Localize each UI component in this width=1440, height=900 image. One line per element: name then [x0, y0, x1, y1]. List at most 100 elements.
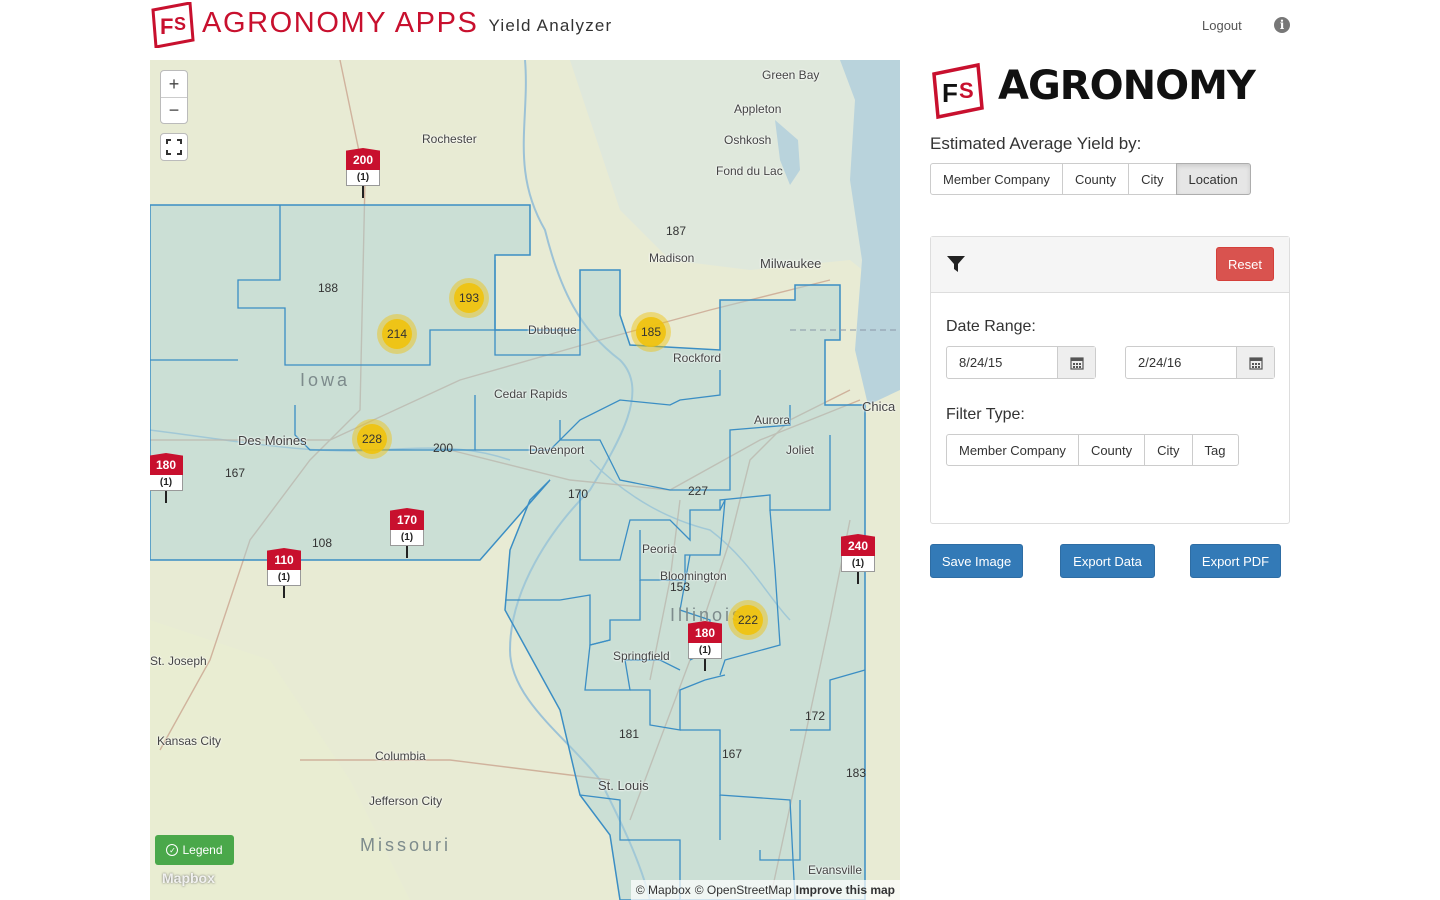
place-label: St. Louis [598, 778, 649, 793]
flag-count: (1) [346, 170, 380, 186]
cluster-value: 188 [317, 281, 339, 295]
fs-logo-icon: F S [151, 2, 195, 48]
filter-type-toggle: Member Company County City Tag [946, 434, 1239, 466]
yield-cluster[interactable]: 153 [660, 567, 700, 607]
cluster-value: 108 [311, 536, 333, 550]
place-label: Chica [862, 399, 896, 414]
yield-cluster[interactable]: 187 [656, 211, 696, 251]
filter-card: Reset Date Range: 8/24/15 2/24/16 Filter… [930, 236, 1290, 524]
yield-flag-marker[interactable]: 180 (1) [150, 453, 183, 503]
place-label: Peoria [642, 542, 677, 556]
yield-cluster[interactable]: 214 [377, 314, 417, 354]
map-attribution: © Mapbox © OpenStreetMap Improve this ma… [630, 880, 900, 900]
yield-cluster[interactable]: 172 [795, 696, 835, 736]
reset-button[interactable]: Reset [1216, 247, 1274, 281]
yield-flag-marker[interactable]: 200 (1) [346, 148, 380, 198]
place-label: Cedar Rapids [494, 387, 568, 401]
svg-text:F: F [160, 14, 173, 39]
yield-by-city[interactable]: City [1128, 163, 1177, 195]
export-pdf-button[interactable]: Export PDF [1190, 544, 1281, 578]
place-label: Appleton [734, 102, 782, 116]
place-label: Jefferson City [369, 794, 443, 808]
flag-count: (1) [150, 475, 183, 491]
state-label-iowa: Iowa [300, 370, 351, 390]
yield-cluster[interactable]: 183 [836, 753, 876, 793]
yield-cluster[interactable]: 227 [678, 471, 718, 511]
yield-cluster[interactable]: 108 [302, 523, 342, 563]
place-label: Joliet [786, 443, 815, 457]
filter-header: Reset [931, 237, 1289, 293]
legend-button[interactable]: ✓ Legend [155, 835, 234, 865]
zoom-out-button[interactable]: − [161, 97, 187, 123]
filter-type-label: Filter Type: [946, 406, 1025, 423]
place-label: Springfield [613, 649, 670, 663]
yield-cluster[interactable]: 170 [558, 474, 598, 514]
place-label: Rochester [422, 132, 477, 146]
yield-by-county[interactable]: County [1061, 163, 1130, 195]
state-label-missouri: Missouri [360, 835, 452, 855]
save-image-button[interactable]: Save Image [930, 544, 1023, 578]
yield-map[interactable]: + − Iowa Illinois Missouri Green Bay App… [150, 60, 900, 900]
mapbox-logo[interactable]: Mapbox [162, 870, 215, 886]
start-date-field[interactable]: 8/24/15 [946, 346, 1096, 379]
export-data-button[interactable]: Export Data [1060, 544, 1155, 578]
cluster-value: 185 [636, 317, 666, 347]
end-date-value[interactable]: 2/24/16 [1126, 347, 1236, 378]
app-header: F S AGRONOMY APPS Yield Analyzer Logout … [0, 0, 1440, 58]
zoom-in-button[interactable]: + [161, 71, 187, 97]
brand[interactable]: F S AGRONOMY APPS Yield Analyzer [150, 2, 612, 48]
place-label: St. Joseph [150, 654, 207, 668]
end-date-field[interactable]: 2/24/16 [1125, 346, 1275, 379]
fs-logo-icon: F S [932, 62, 984, 120]
yield-by-member-company[interactable]: Member Company [930, 163, 1063, 195]
yield-cluster[interactable]: 167 [712, 734, 752, 774]
flag-count: (1) [267, 570, 301, 586]
filter-type-county[interactable]: County [1077, 434, 1146, 466]
fullscreen-button[interactable] [160, 133, 188, 161]
yield-cluster[interactable]: 200 [423, 428, 463, 468]
legend-icon: ✓ [166, 844, 179, 856]
flag-value: 180 [150, 453, 183, 475]
place-label: Des Moines [238, 433, 307, 448]
yield-cluster[interactable]: 222 [728, 600, 768, 640]
filter-type-tag[interactable]: Tag [1191, 434, 1239, 466]
legend-label: Legend [182, 843, 223, 857]
yield-flag-marker[interactable]: 240 (1) [841, 534, 875, 584]
place-label: Milwaukee [760, 256, 822, 271]
filter-type-member-company[interactable]: Member Company [946, 434, 1079, 466]
place-label: Green Bay [762, 68, 820, 82]
flag-value: 180 [688, 621, 722, 643]
place-label: Kansas City [157, 734, 222, 748]
place-label: Dubuque [528, 323, 577, 337]
calendar-icon[interactable] [1057, 347, 1095, 378]
cluster-value: 214 [382, 319, 412, 349]
yield-flag-marker[interactable]: 110 (1) [267, 548, 301, 598]
yield-flag-marker[interactable]: 170 (1) [390, 508, 424, 558]
yield-cluster[interactable]: 167 [215, 453, 255, 493]
info-icon[interactable]: i [1274, 17, 1290, 33]
attribution-mapbox[interactable]: © Mapbox [636, 883, 691, 897]
yield-cluster[interactable]: 181 [609, 714, 649, 754]
yield-by-location[interactable]: Location [1175, 163, 1251, 195]
improve-map-link[interactable]: Improve this map [796, 883, 895, 897]
cluster-value: 227 [687, 484, 709, 498]
cluster-value: 170 [567, 487, 589, 501]
yield-cluster[interactable]: 193 [449, 278, 489, 318]
place-label: Columbia [375, 749, 426, 763]
logout-link[interactable]: Logout [1202, 18, 1242, 33]
start-date-value[interactable]: 8/24/15 [947, 347, 1057, 378]
calendar-icon[interactable] [1236, 347, 1274, 378]
place-label: Oshkosh [724, 133, 772, 147]
yield-flag-marker[interactable]: 180 (1) [688, 621, 722, 671]
yield-cluster[interactable]: 185 [631, 312, 671, 352]
filter-type-city[interactable]: City [1144, 434, 1193, 466]
yield-by-label: Estimated Average Yield by: [930, 134, 1142, 153]
yield-cluster[interactable]: 188 [308, 268, 348, 308]
cluster-value: 228 [357, 424, 387, 454]
cluster-value: 200 [432, 441, 454, 455]
yield-cluster[interactable]: 228 [352, 419, 392, 459]
attribution-osm[interactable]: © OpenStreetMap [695, 883, 792, 897]
cluster-value: 183 [845, 766, 867, 780]
flag-count: (1) [841, 556, 875, 572]
cluster-value: 167 [224, 466, 246, 480]
